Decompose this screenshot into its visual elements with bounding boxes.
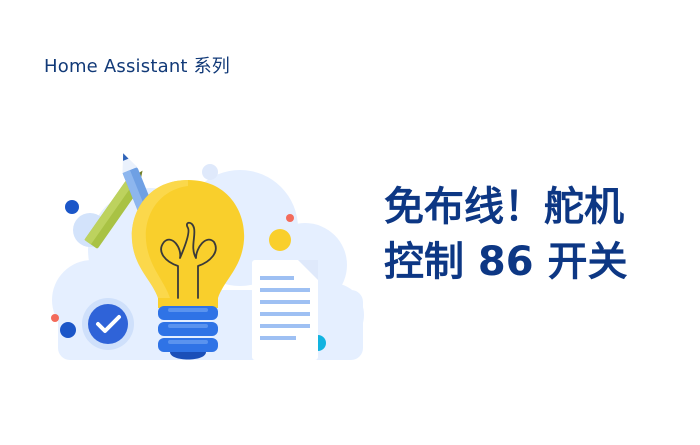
illustration: [51, 153, 364, 360]
dot-yellow: [269, 229, 291, 251]
series-label: Home Assistant 系列: [44, 56, 231, 77]
headline-line-2: 控制 86 开关: [384, 239, 628, 285]
document-icon: [252, 260, 318, 360]
dot-dark-blue: [65, 200, 79, 214]
dot-blue-left: [60, 322, 76, 338]
headline: 免布线！舵机 控制 86 开关: [384, 180, 684, 290]
dot-red-left: [51, 314, 59, 322]
dot-light-blue-2: [202, 164, 218, 180]
check-badge-icon: [82, 298, 134, 350]
headline-line-1: 免布线！舵机: [384, 184, 624, 230]
dot-red-small: [286, 214, 294, 222]
